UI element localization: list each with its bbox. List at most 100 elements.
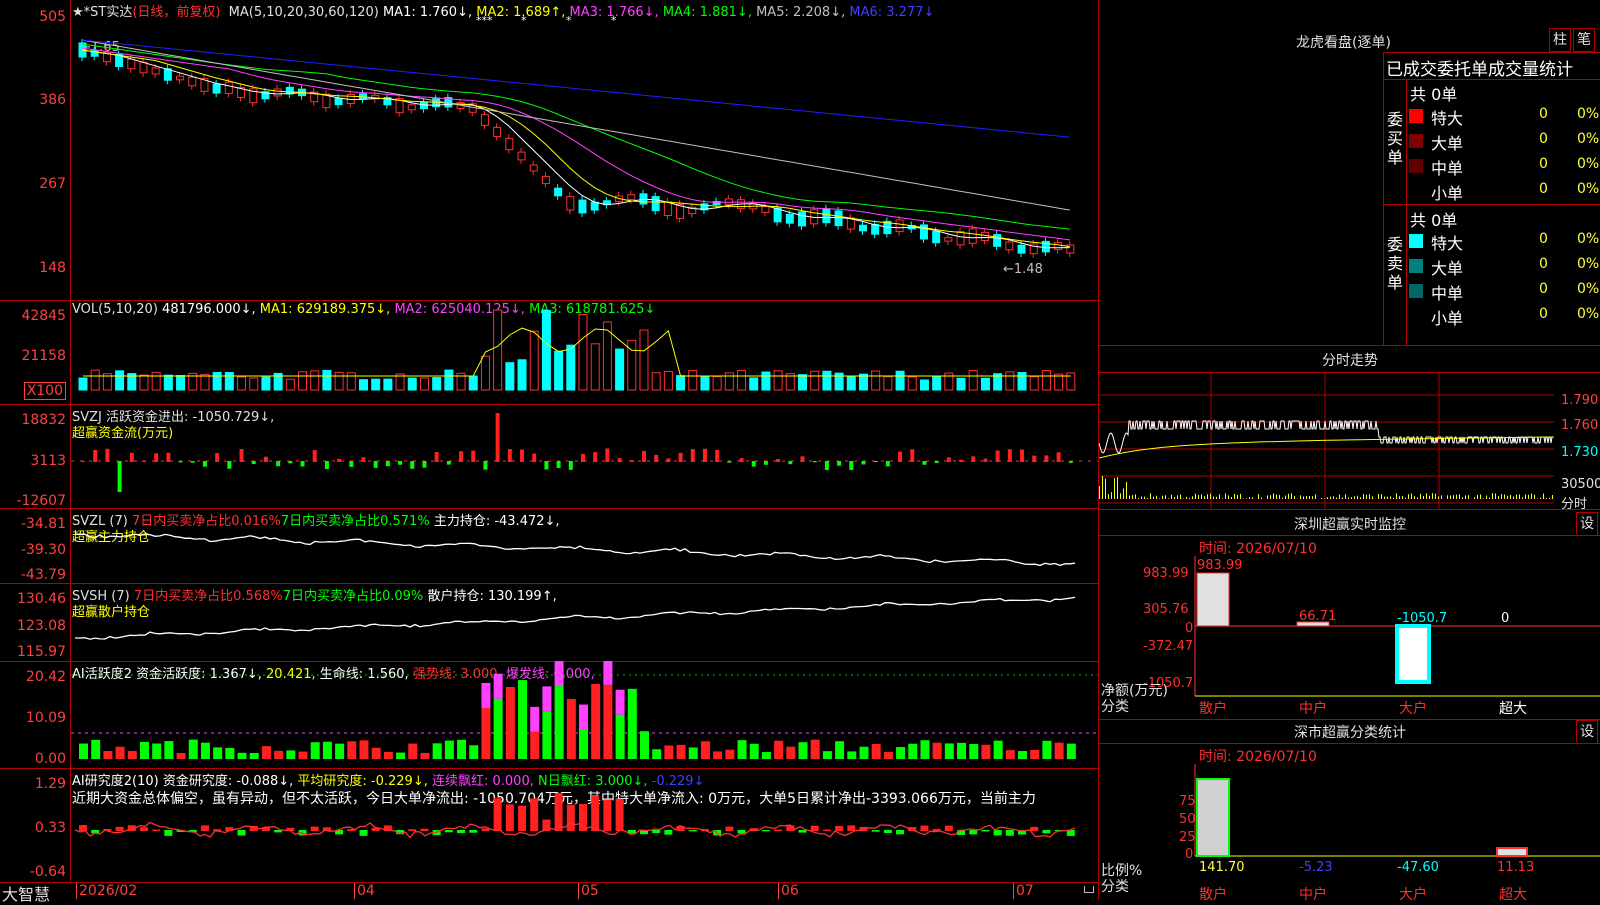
candlestick-chart[interactable]: ******: [71, 0, 1098, 300]
monitor-panel[interactable]: 时间: 2026/07/10 983.99 305.76 0 -372.47 -…: [1099, 535, 1600, 720]
ai-research-panel[interactable]: 1.29 0.33 -0.64 AI研究度2(10) 资金研究度: -0.088…: [0, 768, 1098, 883]
stats-panel[interactable]: 时间: 2026/07/10 75 50 25 0 141.70 -5.23 -…: [1099, 743, 1600, 901]
intraday-volume-bar: [1522, 497, 1523, 499]
flow-bar: [1032, 456, 1036, 462]
activity-bar: [116, 747, 125, 759]
svsh-tick: 130.46: [17, 591, 66, 607]
activity-bar: [299, 752, 308, 759]
intraday-volume-bar: [1453, 495, 1454, 499]
research-bar: [799, 830, 807, 833]
burst-bar: [530, 707, 539, 732]
activity-bar: [177, 753, 186, 759]
activity-bar: [811, 740, 820, 759]
research-bar: [896, 830, 904, 834]
intraday-volume-bar: [1258, 494, 1259, 499]
stats-settings-button[interactable]: 设: [1576, 720, 1598, 744]
activity-bar: [884, 752, 893, 759]
activity-bars: [71, 661, 1098, 768]
price-panel[interactable]: 505 386 267 148 ★*ST实达(日线，前复权) MA(5,10,2…: [0, 0, 1098, 301]
monitor-settings-button[interactable]: 设: [1576, 512, 1598, 536]
lock-icon[interactable]: [1084, 886, 1094, 893]
intraday-volume-bar: [1486, 495, 1487, 499]
intraday-volume-bar: [1450, 495, 1451, 499]
intraday-volume-bar: [1534, 495, 1535, 499]
volume-bar: [567, 345, 575, 390]
volume-bar: [177, 376, 185, 390]
intraday-volume-bar: [1105, 479, 1106, 499]
flow-bar: [740, 458, 744, 462]
activity-bar: [799, 742, 808, 759]
flow-bar: [471, 451, 475, 462]
flow-bar: [483, 461, 487, 470]
activity-bar: [396, 753, 405, 759]
svzl-panel[interactable]: -34.81 -39.30 -43.79 SVZL (7) 7日内买卖净占比0.…: [0, 508, 1098, 584]
stats-title: 深市超赢分类统计: [1100, 722, 1600, 742]
candle-body: [177, 76, 184, 80]
activity-bar: [481, 708, 490, 759]
volume-panel[interactable]: 42845 21158 X100 VOL(5,10,20) 481796.000…: [0, 300, 1098, 405]
activity-bar: [555, 686, 564, 759]
intraday-volume-bar: [1102, 476, 1103, 499]
activity-bar: [420, 753, 429, 759]
intraday-volume-bar: [1120, 493, 1121, 499]
price-line: [1099, 421, 1553, 453]
candle-body: [140, 62, 147, 73]
intraday-volume-bar: [1336, 498, 1337, 499]
bar-view-button[interactable]: 柱: [1549, 28, 1571, 52]
intraday-volume-bar: [1360, 497, 1361, 499]
flow-bar: [215, 453, 219, 462]
intraday-panel[interactable]: 1.790 1.760 1.730 30500 分时: [1099, 372, 1600, 510]
flow-bar: [910, 449, 914, 462]
volume-bar: [335, 372, 343, 390]
volume-bar: [152, 372, 160, 390]
svsh-panel[interactable]: 130.46 123.08 115.97 SVSH (7) 7日内买卖净占比0.…: [0, 583, 1098, 662]
activity-bar: [664, 745, 673, 759]
volume-bar: [908, 377, 916, 390]
flow-bar: [1020, 450, 1024, 462]
main-holding-path: [75, 534, 1075, 566]
intraday-volume-bar: [1165, 495, 1166, 499]
candle-body: [335, 98, 342, 104]
activity-bar: [225, 748, 234, 759]
flow-bar: [520, 449, 524, 462]
intraday-volume-bar: [1345, 494, 1346, 499]
research-bar: [408, 829, 416, 831]
activity-bar: [128, 751, 137, 759]
stats-value: 141.70: [1199, 860, 1245, 875]
brand-logo[interactable]: 大智慧: [2, 881, 50, 905]
flow-bar: [764, 461, 768, 465]
research-bar: [725, 827, 733, 831]
flow-bar: [325, 461, 329, 469]
volume-bar: [323, 370, 331, 390]
flow-bar: [679, 453, 683, 462]
volume-bar: [250, 378, 258, 390]
intraday-volume-bar: [1144, 497, 1145, 499]
intraday-chart[interactable]: [1099, 373, 1600, 509]
intraday-volume-bar: [1249, 497, 1250, 499]
order-pct: 0%: [1577, 231, 1599, 247]
stats-category: 中户: [1299, 884, 1327, 904]
flow-bar: [154, 453, 158, 462]
intraday-volume-bar: [1276, 494, 1277, 499]
flow-bar: [374, 461, 378, 468]
ai-activity-panel[interactable]: 20.42 10.09 0.00 AI活跃度2 资金活跃度: 1.367↓, 2…: [0, 661, 1098, 769]
volume-bar: [445, 370, 453, 390]
intraday-title: 分时走势: [1100, 350, 1600, 370]
stats-bar-chart: [1099, 744, 1600, 901]
svzj-panel[interactable]: 18832 3113 -12607 SVZJ 活跃资金进出: -1050.729…: [0, 404, 1098, 509]
volume-bar: [225, 372, 233, 390]
volume-bar: [1042, 370, 1050, 390]
intraday-volume-bar: [1210, 494, 1211, 499]
intraday-volume-bar: [1216, 497, 1217, 499]
flow-bar: [349, 461, 353, 467]
activity-bar: [774, 741, 783, 759]
volume-ma-line: [83, 328, 1071, 376]
activity-bar: [494, 699, 503, 759]
burst-bar: [579, 705, 588, 730]
tick-view-button[interactable]: 笔: [1573, 28, 1595, 52]
candle-body: [225, 82, 232, 93]
x-tick-label: 04: [354, 883, 375, 899]
intraday-volume-bar: [1351, 497, 1352, 499]
activity-bar: [713, 751, 722, 759]
activity-bar: [433, 743, 442, 759]
